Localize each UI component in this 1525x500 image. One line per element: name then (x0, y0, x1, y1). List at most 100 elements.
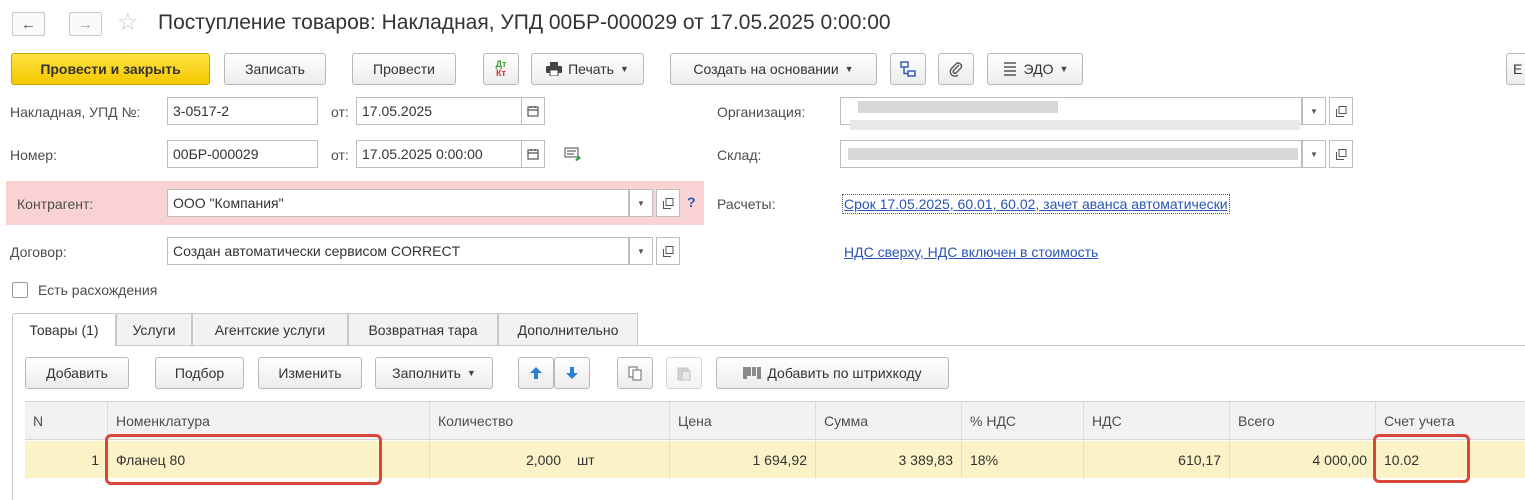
row-sum[interactable]: 3 389,83 (815, 441, 961, 478)
dropdown-caret-icon: ▼ (1310, 149, 1318, 159)
edo-button[interactable]: ЭДО ▼ (987, 53, 1083, 85)
column-vat[interactable]: НДС (1083, 402, 1229, 440)
item-highlight-box (105, 434, 382, 485)
save-button[interactable]: Записать (224, 53, 326, 85)
account-highlight-box (1373, 434, 1470, 483)
dt-kt-button[interactable]: Дт Кт (483, 53, 519, 85)
dropdown-caret-icon: ▼ (466, 368, 476, 378)
copy-button[interactable] (617, 357, 653, 389)
warehouse-label: Склад: (717, 147, 762, 163)
save-label: Записать (245, 61, 305, 77)
printer-icon (546, 62, 563, 76)
attach-button[interactable] (938, 53, 974, 85)
column-sum[interactable]: Сумма (815, 402, 961, 440)
tab-additional[interactable]: Дополнительно (498, 313, 638, 345)
paste-button[interactable] (666, 357, 702, 389)
favorite-star-icon[interactable]: ☆ (117, 10, 139, 36)
structure-button[interactable] (890, 53, 926, 85)
counterparty-input[interactable]: ООО "Компания" (167, 189, 629, 217)
tab-agent-services[interactable]: Агентские услуги (192, 313, 348, 345)
column-total[interactable]: Всего (1229, 402, 1375, 440)
row-vat-rate[interactable]: 18% (961, 441, 1083, 478)
add-by-barcode-label: Добавить по штрихкоду (767, 365, 922, 381)
contract-open-button[interactable] (656, 237, 680, 265)
more-button[interactable]: Е (1506, 53, 1525, 85)
dropdown-caret-icon: ▼ (844, 64, 854, 74)
tab-goods[interactable]: Товары (1) (12, 313, 116, 346)
pick-label: Подбор (174, 365, 225, 381)
tab-goods-label: Товары (1) (29, 322, 99, 338)
invoice-number-label: Накладная, УПД №: (10, 104, 141, 120)
fill-label: Заполнить (392, 365, 461, 381)
paste-icon (677, 367, 691, 380)
create-based-on-label: Создать на основании (693, 61, 839, 77)
more-label: Е (1513, 61, 1523, 77)
invoice-date-picker-button[interactable] (521, 97, 545, 125)
move-down-button[interactable] (554, 357, 590, 389)
row-total[interactable]: 4 000,00 (1229, 441, 1375, 478)
counterparty-help-icon[interactable]: ? (687, 194, 696, 210)
arrow-up-icon (530, 367, 542, 379)
edit-number-icon[interactable] (564, 147, 582, 161)
warehouse-dropdown-button[interactable]: ▼ (1302, 140, 1326, 168)
row-unit[interactable]: шт (569, 441, 669, 478)
organization-dropdown-button[interactable]: ▼ (1302, 97, 1326, 125)
row-price[interactable]: 1 694,92 (669, 441, 815, 478)
column-vat-rate[interactable]: % НДС (961, 402, 1083, 440)
dropdown-caret-icon: ▼ (637, 198, 645, 208)
back-button[interactable]: ← (12, 12, 45, 36)
create-based-on-button[interactable]: Создать на основании ▼ (670, 53, 877, 85)
edo-document-icon (1003, 62, 1016, 76)
vat-link[interactable]: НДС сверху, НДС включен в стоимость (844, 244, 1098, 260)
column-quantity[interactable]: Количество (429, 402, 669, 440)
number-date-picker-button[interactable] (521, 140, 545, 168)
organization-redacted-value-line (850, 120, 1300, 130)
paperclip-icon (949, 62, 963, 77)
invoice-date-from-label: от: (331, 104, 349, 120)
print-label: Печать (568, 61, 614, 77)
post-button[interactable]: Провести (352, 53, 456, 85)
tab-agent-services-label: Агентские услуги (214, 321, 326, 338)
change-button[interactable]: Изменить (258, 357, 362, 389)
post-label: Провести (373, 61, 435, 77)
hierarchy-icon (900, 61, 916, 77)
pick-button[interactable]: Подбор (155, 357, 244, 389)
open-window-icon (662, 245, 673, 257)
dropdown-caret-icon: ▼ (637, 246, 645, 256)
organization-label: Организация: (717, 104, 806, 120)
add-by-barcode-button[interactable]: Добавить по штрихкоду (716, 357, 949, 389)
arrow-right-icon: → (78, 15, 93, 33)
print-button[interactable]: Печать ▼ (531, 53, 644, 85)
tab-services[interactable]: Услуги (116, 313, 192, 345)
number-date-input[interactable]: 17.05.2025 0:00:00 (356, 140, 522, 168)
organization-open-button[interactable] (1329, 97, 1353, 125)
settlements-link[interactable]: Срок 17.05.2025, 60.01, 60.02, зачет ава… (842, 194, 1230, 214)
invoice-number-input[interactable]: 3-0517-2 (167, 97, 318, 125)
kt-label: Кт (496, 68, 506, 78)
column-price[interactable]: Цена (669, 402, 815, 440)
calendar-icon (527, 106, 539, 117)
add-row-button[interactable]: Добавить (25, 357, 129, 389)
row-quantity[interactable]: 2,000 (429, 441, 569, 478)
warehouse-redacted-value (848, 148, 1298, 160)
forward-button[interactable]: → (69, 12, 102, 36)
post-and-close-button[interactable]: Провести и закрыть (11, 53, 210, 85)
warehouse-open-button[interactable] (1329, 140, 1353, 168)
column-n[interactable]: N (25, 402, 107, 440)
row-number: 1 (91, 451, 99, 468)
counterparty-dropdown-button[interactable]: ▼ (629, 189, 653, 217)
dropdown-caret-icon: ▼ (619, 64, 629, 74)
contract-input[interactable]: Создан автоматически сервисом CORRECT (167, 237, 629, 265)
tab-services-label: Услуги (132, 321, 176, 338)
tab-returnable-packaging[interactable]: Возвратная тара (348, 313, 498, 345)
counterparty-open-button[interactable] (656, 189, 680, 217)
number-input[interactable]: 00БР-000029 (167, 140, 318, 168)
edo-label: ЭДО (1023, 61, 1054, 77)
arrow-down-icon (566, 367, 578, 379)
move-up-button[interactable] (518, 357, 554, 389)
discrepancy-checkbox[interactable] (12, 282, 28, 298)
fill-button[interactable]: Заполнить ▼ (375, 357, 493, 389)
invoice-date-input[interactable]: 17.05.2025 (356, 97, 522, 125)
row-vat[interactable]: 610,17 (1083, 441, 1229, 478)
contract-dropdown-button[interactable]: ▼ (629, 237, 653, 265)
